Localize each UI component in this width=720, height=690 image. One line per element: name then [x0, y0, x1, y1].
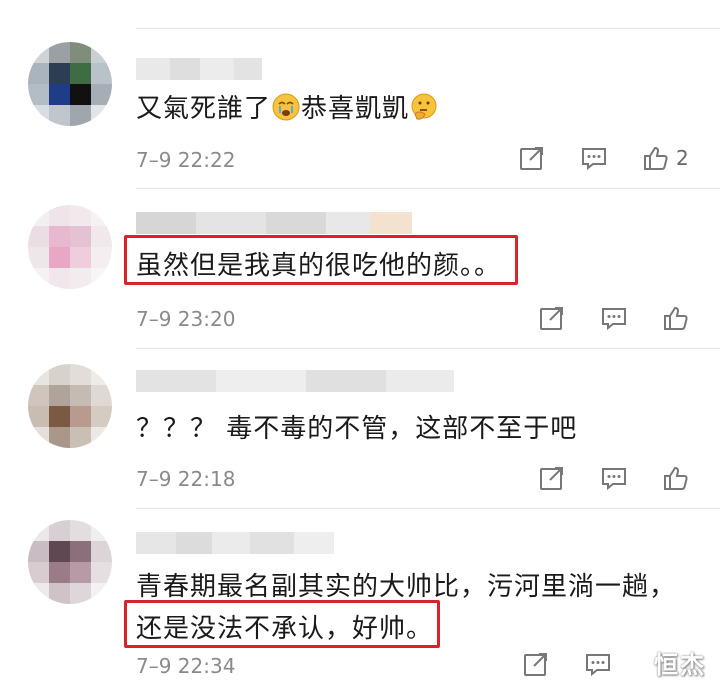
share-icon[interactable] — [522, 650, 550, 678]
username-blurred[interactable] — [136, 370, 454, 392]
comment-icon[interactable] — [600, 464, 628, 492]
avatar[interactable] — [28, 520, 112, 604]
comment-text-line1: 青春期最名副其实的大帅比，污河里淌一趟， — [136, 572, 677, 602]
thumbs-up-icon[interactable] — [662, 464, 690, 492]
comment-icon[interactable] — [580, 144, 608, 172]
timestamp: 7–9 22:34 — [136, 654, 236, 678]
thinking-face-emoji — [409, 92, 439, 122]
thumbs-up-icon[interactable] — [662, 304, 690, 332]
share-icon[interactable] — [538, 304, 566, 332]
comment-text: 虽然但是我真的很吃他的颜。。 — [136, 251, 502, 281]
divider — [136, 188, 720, 189]
cry-face-emoji — [271, 92, 301, 122]
thumbs-up-icon[interactable] — [642, 144, 670, 172]
timestamp: 7–9 22:22 — [136, 148, 236, 172]
avatar[interactable] — [28, 364, 112, 448]
divider — [136, 348, 720, 349]
avatar[interactable] — [28, 205, 112, 289]
like-count: 2 — [676, 146, 689, 170]
comment-text: 又氣死誰了 恭喜凱凱 — [136, 88, 439, 125]
divider — [136, 28, 720, 29]
comment-icon[interactable] — [584, 650, 612, 678]
username-blurred[interactable] — [136, 212, 412, 234]
comment-text-line2: 还是没法不承认，好帅。 — [136, 614, 434, 644]
share-icon[interactable] — [518, 144, 546, 172]
comment-actions: 2 — [518, 144, 689, 172]
username-blurred[interactable] — [136, 58, 262, 80]
timestamp: 7–9 22:18 — [136, 467, 236, 491]
username-blurred[interactable] — [136, 532, 334, 554]
comment-feed: 又氣死誰了 恭喜凱凱 7–9 22:22 2 虽然但是我真的很吃他的颜。。 7–9… — [0, 0, 720, 690]
comment-actions — [538, 304, 690, 332]
watermark: 恒杰 — [654, 651, 706, 679]
comment-actions — [538, 464, 690, 492]
comment-icon[interactable] — [600, 304, 628, 332]
divider — [136, 508, 720, 509]
comment-text: ？？？ 毒不毒的不管，这部不至于吧 — [136, 414, 578, 444]
comment-actions — [522, 650, 612, 678]
timestamp: 7–9 23:20 — [136, 307, 236, 331]
share-icon[interactable] — [538, 464, 566, 492]
avatar[interactable] — [28, 42, 112, 126]
